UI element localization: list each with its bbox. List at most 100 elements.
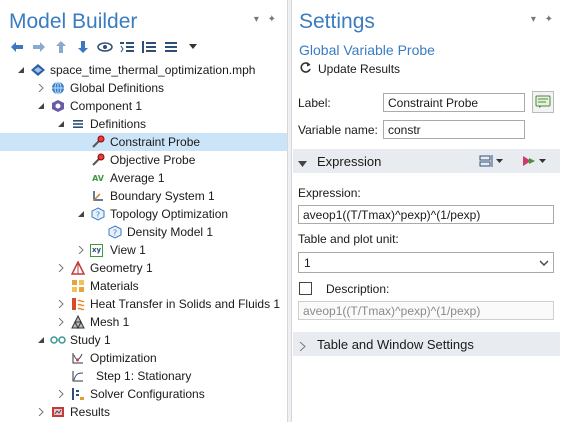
expanded-twisty-icon[interactable] <box>16 65 26 75</box>
collapsed-twisty-icon[interactable] <box>76 245 86 255</box>
tree-item-label: Heat Transfer in Solids and Fluids 1 <box>90 297 281 311</box>
component-icon <box>50 98 66 114</box>
collapsed-twisty-icon[interactable] <box>56 389 66 399</box>
description-field: aveop1((T/Tmax)^pexp)^(1/pexp) <box>298 301 554 320</box>
down-arrow-icon[interactable] <box>75 39 91 55</box>
tree-item-results[interactable]: Results <box>0 403 287 421</box>
collapsed-twisty-icon[interactable] <box>56 263 66 273</box>
tree-item-label: Constraint Probe <box>110 135 201 149</box>
show-icon[interactable] <box>97 39 113 55</box>
chevron-down-icon <box>539 257 549 271</box>
insert-expression-icon <box>479 155 493 167</box>
tree-item-solver-configurations[interactable]: Solver Configurations <box>0 385 287 403</box>
expression-section-header[interactable]: Expression <box>293 149 560 173</box>
expanded-twisty-icon[interactable] <box>36 101 46 111</box>
globe-icon <box>50 80 66 96</box>
update-results-button[interactable]: Update Results <box>299 61 400 77</box>
tree-item-view-1[interactable]: xy View 1 <box>0 241 287 259</box>
list-menu-icon[interactable] <box>163 39 179 55</box>
tree-item-label: Optimization <box>90 351 157 365</box>
results-icon <box>50 404 66 420</box>
tree-item-average-1[interactable]: AV Average 1 <box>0 169 287 187</box>
pane-pin-controls[interactable]: ▾ ✦ <box>254 14 279 25</box>
tree-item-label: Average 1 <box>110 171 165 185</box>
pane-splitter[interactable] <box>288 0 292 422</box>
tree-item-component-1[interactable]: Component 1 <box>0 97 287 115</box>
back-arrow-icon[interactable] <box>9 39 25 55</box>
expression-caption: Expression: <box>298 186 361 200</box>
topology-optimization-icon: ? <box>90 206 106 222</box>
tree-item-boundary-system-1[interactable]: Boundary System 1 <box>0 187 287 205</box>
label-field[interactable] <box>383 93 525 112</box>
tree-item-constraint-probe[interactable]: Constraint Probe <box>0 133 287 151</box>
tree-item-label: Mesh 1 <box>90 315 130 329</box>
study-icon <box>50 332 66 348</box>
insert-expression-button[interactable] <box>478 154 503 168</box>
collapsed-twisty-icon[interactable] <box>56 299 66 309</box>
unit-select[interactable]: 1 <box>298 252 554 273</box>
collapse-all-icon[interactable] <box>119 39 135 55</box>
expanded-twisty-icon[interactable] <box>298 157 307 171</box>
tree-item-label: Component 1 <box>70 99 143 113</box>
tree-item-materials[interactable]: Materials <box>0 277 287 295</box>
up-arrow-icon[interactable] <box>53 39 69 55</box>
forward-arrow-icon[interactable] <box>31 39 47 55</box>
expand-all-icon[interactable] <box>141 39 157 55</box>
tree-item-label: Topology Optimization <box>110 207 229 221</box>
collapsed-twisty-icon[interactable] <box>36 83 46 93</box>
definitions-icon <box>70 116 86 132</box>
label-comment-button[interactable] <box>532 91 554 113</box>
tree-item-mesh-1[interactable]: Mesh 1 <box>0 313 287 331</box>
tree-item-step-1-stationary[interactable]: Step 1: Stationary <box>0 367 287 385</box>
tree-item-objective-probe[interactable]: Objective Probe <box>0 151 287 169</box>
tree-item-label: View 1 <box>110 243 146 257</box>
update-results-label: Update Results <box>318 62 401 76</box>
tree-item-study-1[interactable]: Study 1 <box>0 331 287 349</box>
materials-icon <box>70 278 86 294</box>
expanded-twisty-icon[interactable] <box>76 209 86 219</box>
model-file-icon <box>30 62 46 78</box>
expression-field[interactable] <box>298 205 554 224</box>
refresh-icon <box>299 61 312 77</box>
replace-expression-icon <box>523 156 535 166</box>
average-icon: AV <box>92 173 104 183</box>
collapsed-twisty-icon[interactable] <box>36 407 46 417</box>
model-builder-title: Model Builder <box>9 10 138 33</box>
replace-expression-button[interactable] <box>521 154 546 168</box>
tree-item-label: Global Definitions <box>70 81 165 95</box>
settings-title: Settings <box>299 10 375 33</box>
tree-item-geometry-1[interactable]: Geometry 1 <box>0 259 287 277</box>
tree-item-global-definitions[interactable]: Global Definitions <box>0 79 287 97</box>
description-checkbox[interactable] <box>299 282 312 295</box>
variable-name-field[interactable] <box>383 120 525 139</box>
collapsed-twisty-icon[interactable] <box>56 317 66 327</box>
label-caption: Label: <box>298 96 331 110</box>
svg-text:?: ? <box>96 211 100 220</box>
pane-pin-controls[interactable]: ▾ ✦ <box>531 14 556 25</box>
tree-item-definitions[interactable]: Definitions <box>0 115 287 133</box>
heat-transfer-icon <box>70 296 86 312</box>
coordinate-system-icon <box>90 188 106 204</box>
tree-item-label: Solver Configurations <box>90 387 205 401</box>
tree-item-label: Step 1: Stationary <box>96 369 192 383</box>
tree-item-optimization[interactable]: Optimization <box>0 349 287 367</box>
dropdown-caret-icon[interactable] <box>185 39 201 55</box>
comment-icon <box>535 95 551 108</box>
tree-item-model-file[interactable]: space_time_thermal_optimization.mph <box>0 61 287 79</box>
stationary-step-icon <box>70 368 86 384</box>
collapsed-twisty-icon[interactable] <box>299 340 306 354</box>
solver-configurations-icon <box>70 386 86 402</box>
expanded-twisty-icon[interactable] <box>56 119 66 129</box>
geometry-icon <box>70 260 86 276</box>
dropdown-caret-icon <box>539 158 546 163</box>
tree-item-density-model-1[interactable]: ? Density Model 1 <box>0 223 287 241</box>
tree-item-heat-transfer[interactable]: Heat Transfer in Solids and Fluids 1 <box>0 295 287 313</box>
tree-item-label: Results <box>70 405 111 419</box>
tree-item-topology-optimization[interactable]: ? Topology Optimization <box>0 205 287 223</box>
tree-item-label: Objective Probe <box>110 153 196 167</box>
dropdown-caret-icon <box>496 158 503 163</box>
expression-section-label: Expression <box>317 154 382 169</box>
table-window-section-header[interactable]: Table and Window Settings <box>293 332 560 356</box>
tree-item-label: Materials <box>90 279 139 293</box>
expanded-twisty-icon[interactable] <box>36 335 46 345</box>
